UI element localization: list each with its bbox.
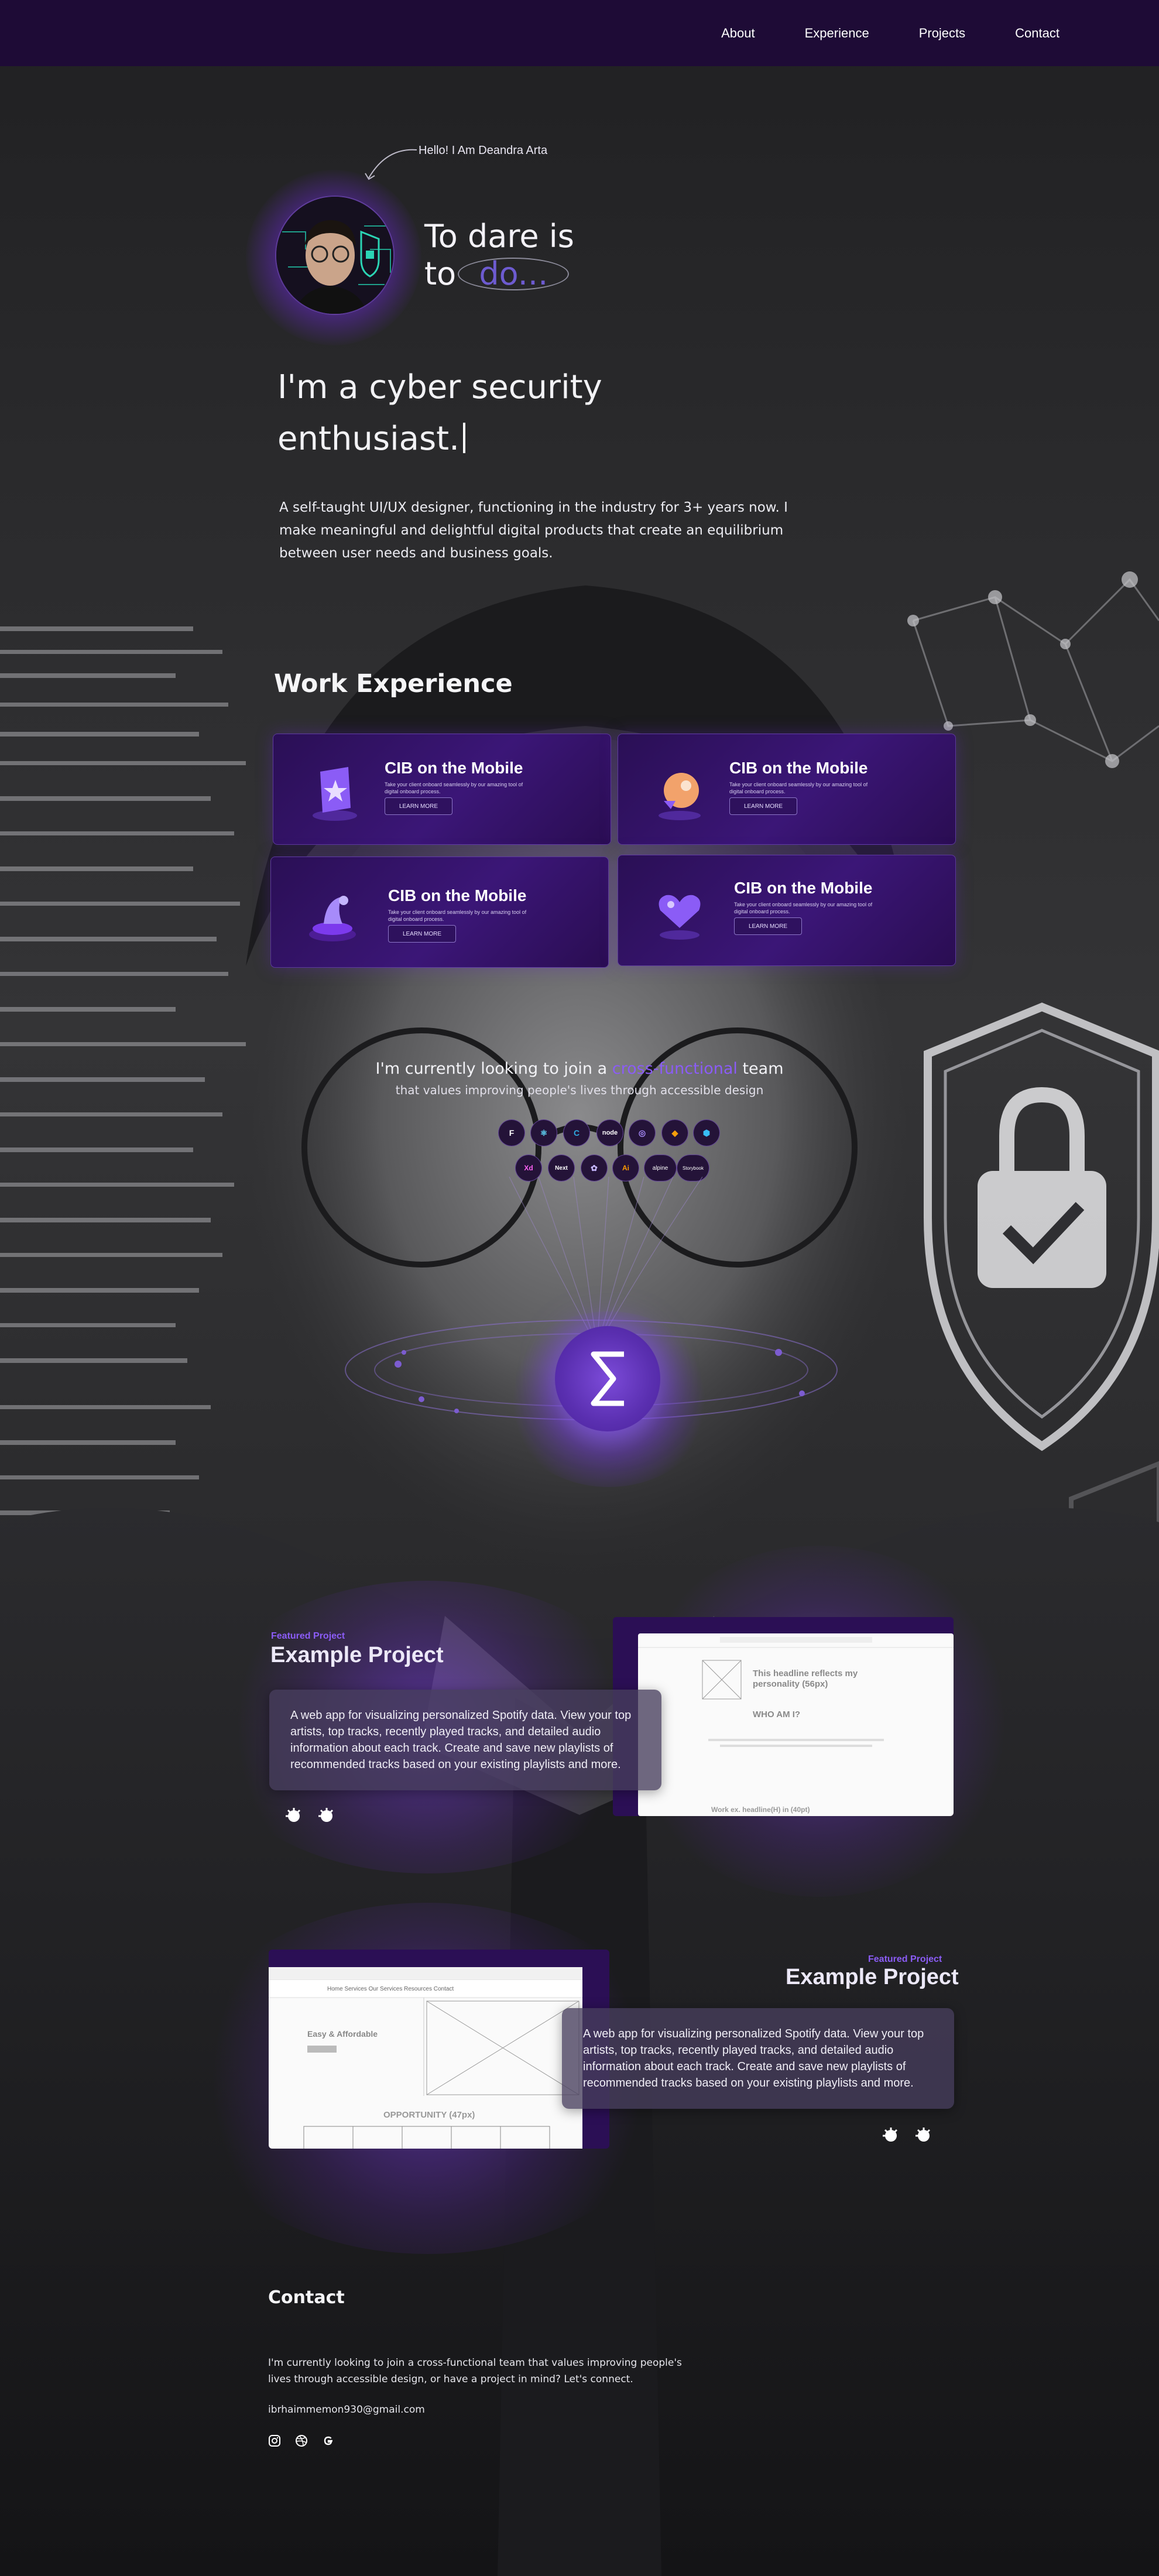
nav-experience[interactable]: Experience <box>805 26 869 41</box>
learn-more-button[interactable]: LEARN MORE <box>734 917 802 935</box>
card-title: CIB on the Mobile <box>388 886 527 905</box>
project-description: A web app for visualizing personalized S… <box>562 2008 954 2109</box>
featured-label: Featured Project <box>271 1631 345 1641</box>
tagline-to: to <box>424 255 457 292</box>
mock-section: WHO AM I? <box>753 1710 801 1719</box>
featured-label: Featured Project <box>868 1954 942 1964</box>
nav-about[interactable]: About <box>721 26 755 41</box>
card-text: Take your client onboard seamlessly by o… <box>734 902 873 914</box>
mock-nav: Home Services Our Services Resources Con… <box>327 1986 454 1992</box>
mock-footer: Work ex. headline(H) in (40pt) <box>711 1806 810 1814</box>
google-icon[interactable] <box>322 2434 335 2447</box>
experience-card[interactable]: CIB on the Mobile Take your client onboa… <box>270 857 609 968</box>
project-description: A web app for visualizing personalized S… <box>269 1690 661 1790</box>
greeting-text: Hello! I Am Deandra Arta <box>419 144 548 157</box>
external-link-icon[interactable] <box>914 2126 933 2145</box>
skills-heading-accent: cross-functional <box>612 1060 738 1078</box>
coin-stack-icon <box>309 896 356 941</box>
tagline-do: do... <box>458 255 570 293</box>
hero-intro: A self-taught UI/UX designer, functionin… <box>279 500 788 561</box>
work-experience-title: Work Experience <box>274 669 513 698</box>
html-icon: ◆ <box>661 1119 688 1146</box>
mock-page: Home Services Our Services Resources Con… <box>269 1967 582 2149</box>
experience-card[interactable]: CIB on the Mobile Take your client onboa… <box>273 734 611 845</box>
card-title: CIB on the Mobile <box>734 879 873 897</box>
avatar-portrait <box>276 197 393 314</box>
c-icon: C <box>563 1119 590 1146</box>
nav-contact[interactable]: Contact <box>1015 26 1059 41</box>
card-title: CIB on the Mobile <box>729 759 868 777</box>
nodejs-icon: node <box>596 1119 623 1146</box>
dribbble-icon[interactable] <box>295 2434 308 2447</box>
star-badge-icon <box>313 767 357 821</box>
learn-more-button[interactable]: LEARN MORE <box>385 797 452 815</box>
card-title: CIB on the Mobile <box>385 759 523 777</box>
mock-section: OPPORTUNITY (47px) <box>383 2110 475 2120</box>
project-links <box>284 1807 336 1825</box>
skills-heading: I'm currently looking to join a cross-fu… <box>0 1060 1159 1078</box>
learn-more-button[interactable]: LEARN MORE <box>388 925 456 943</box>
nav-projects[interactable]: Projects <box>919 26 965 41</box>
skills-heading-post: team <box>742 1060 784 1078</box>
card-text: Take your client onboard seamlessly by o… <box>729 782 868 794</box>
project-title: Example Project <box>270 1643 444 1667</box>
mockup-wireframe <box>638 1637 954 1747</box>
mock-headline: This headline reflects my personality (5… <box>753 1669 858 1689</box>
tagline-line1: To dare is <box>424 218 574 255</box>
mockup-wireframe <box>269 1967 582 2149</box>
center-logo <box>555 1326 660 1431</box>
hero-headline-text: I'm a cyber security enthusiast. <box>277 368 602 458</box>
social-links <box>268 2434 335 2447</box>
mock-page: This headline reflects my personality (5… <box>638 1633 954 1816</box>
typing-caret <box>462 423 465 453</box>
highlight-oval <box>458 258 570 290</box>
heart-icon <box>659 895 701 940</box>
experience-card[interactable]: CIB on the Mobile Take your client onboa… <box>618 855 956 966</box>
card-text: Take your client onboard seamlessly by o… <box>385 782 523 794</box>
project-screenshot[interactable]: This headline reflects my personality (5… <box>613 1617 954 1816</box>
contact-email[interactable]: ibrhaimmemon930@gmail.com <box>268 2404 425 2416</box>
project-screenshot[interactable]: Home Services Our Services Resources Con… <box>269 1950 609 2149</box>
experience-card[interactable]: CIB on the Mobile Take your client onboa… <box>618 734 956 845</box>
sigma-logo-icon <box>591 1351 624 1406</box>
graphql-icon: ◎ <box>629 1119 656 1146</box>
learn-more-button[interactable]: LEARN MORE <box>729 797 797 815</box>
skills-subheading: that values improving people's lives thr… <box>395 1083 764 1097</box>
hero-headline: I'm a cyber security enthusiast. <box>277 362 687 465</box>
github-icon[interactable] <box>284 1807 303 1825</box>
project-title: Example Project <box>786 1965 959 1989</box>
project-links <box>882 2126 933 2145</box>
orb-icon <box>659 773 701 820</box>
contact-text: I'm currently looking to join a cross-fu… <box>268 2357 682 2385</box>
github-icon[interactable] <box>882 2126 900 2145</box>
tagline: To dare is to do... <box>424 218 574 293</box>
tagline-line2: to do... <box>424 255 574 293</box>
react-icon: ⚛ <box>530 1119 557 1146</box>
card-text: Take your client onboard seamlessly by o… <box>388 909 527 922</box>
skills-heading-pre: I'm currently looking to join a <box>375 1060 608 1078</box>
instagram-icon[interactable] <box>268 2434 281 2447</box>
figma-icon: F <box>498 1119 525 1146</box>
contact-title: Contact <box>268 2287 345 2308</box>
top-nav: About Experience Projects Contact <box>0 0 1159 66</box>
css-icon: ⬢ <box>693 1119 720 1146</box>
external-link-icon[interactable] <box>317 1807 336 1825</box>
mock-headline: Easy & Affordable <box>307 2029 378 2039</box>
avatar <box>275 196 395 315</box>
